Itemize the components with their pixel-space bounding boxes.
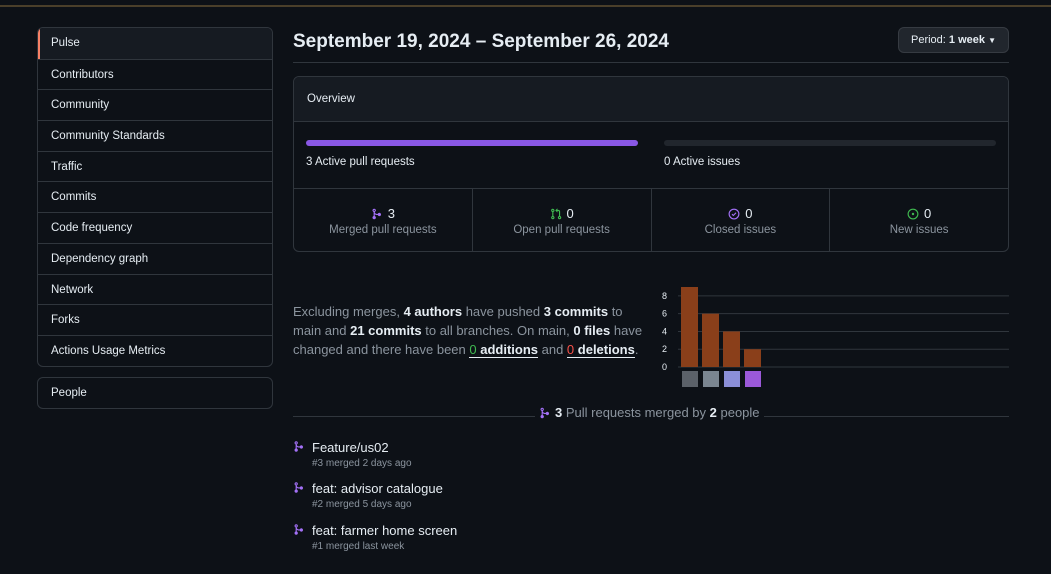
- sidebar-item-contributors[interactable]: Contributors: [38, 58, 272, 90]
- pr-title-link[interactable]: Feature/us02: [312, 440, 389, 455]
- commit-summary: Excluding merges, 4 authors have pushed …: [293, 302, 643, 359]
- chart-y-tick-label: 4: [662, 326, 667, 336]
- sidebar-item-network[interactable]: Network: [38, 273, 272, 305]
- deletions-word: deletions: [574, 342, 635, 357]
- sidebar-item-pulse[interactable]: Pulse: [38, 28, 272, 59]
- stat-merged-prs[interactable]: 3 Merged pull requests: [294, 189, 472, 251]
- additions-word: additions: [476, 342, 538, 357]
- contributor-avatar[interactable]: [703, 371, 719, 387]
- contributor-avatar[interactable]: [682, 371, 698, 387]
- sidebar-item-dependency-graph[interactable]: Dependency graph: [38, 242, 272, 274]
- new-issues-count: 0: [924, 206, 932, 221]
- main-commits-link[interactable]: 3 commits: [544, 304, 608, 319]
- active-prs-link[interactable]: 3 Active pull requests: [306, 156, 415, 168]
- stat-new-issues[interactable]: 0 New issues: [829, 189, 1008, 251]
- active-prs-progress-fill: [306, 140, 638, 146]
- chart-y-tick-label: 6: [662, 309, 667, 319]
- contributor-avatar[interactable]: [724, 371, 740, 387]
- contributor-bar[interactable]: [744, 349, 761, 367]
- period-prefix: Period:: [911, 34, 949, 46]
- merge-icon: [372, 208, 381, 219]
- summary-text: and: [538, 342, 567, 357]
- active-issues-link[interactable]: 0 Active issues: [664, 156, 740, 168]
- sidebar-item-actions-usage-metrics[interactable]: Actions Usage Metrics: [38, 334, 272, 366]
- pr-meta: #1 merged last week: [312, 541, 405, 552]
- open-prs-label: Open pull requests: [513, 224, 610, 236]
- merge-icon: [294, 482, 304, 493]
- additions-link[interactable]: 0 additions: [469, 342, 538, 358]
- sidebar-item-traffic[interactable]: Traffic: [38, 150, 272, 182]
- contributors-bar-chart: 0 2 4 6 8: [662, 287, 1009, 387]
- contributor-bar[interactable]: [702, 313, 719, 367]
- sidebar-item-community-standards[interactable]: Community Standards: [38, 120, 272, 151]
- overview-stats: 3 Merged pull requests 0 Open pull reque…: [294, 189, 1008, 251]
- overview-activity-bars: 3 Active pull requests 0 Active issues: [294, 122, 1008, 189]
- additions-count: 0: [469, 342, 477, 357]
- sidebar-item-forks[interactable]: Forks: [38, 304, 272, 335]
- header-divider: [293, 62, 1009, 63]
- caption-text: Pull requests merged by: [562, 405, 710, 420]
- merged-prs-count: 3: [387, 206, 395, 221]
- open-prs-count: 0: [566, 206, 574, 221]
- summary-text: have pushed: [462, 304, 544, 319]
- issue-closed-icon: [728, 208, 740, 219]
- pr-meta: #2 merged 5 days ago: [312, 499, 412, 510]
- pr-meta: #3 merged 2 days ago: [312, 458, 412, 469]
- page-title: September 19, 2024 – September 26, 2024: [293, 31, 670, 52]
- chart-y-tick-label: 8: [662, 291, 667, 301]
- contributor-bar[interactable]: [681, 287, 698, 367]
- new-issues-label: New issues: [889, 224, 949, 236]
- pull-request-icon: [550, 207, 561, 219]
- merge-icon: [540, 407, 550, 418]
- summary-text: to all branches. On main,: [421, 323, 574, 338]
- overview-panel: Overview 3 Active pull requests 0 Active…: [293, 76, 1009, 252]
- sidebar-item-commits[interactable]: Commits: [38, 181, 272, 212]
- people-count: 2: [709, 405, 717, 420]
- top-border: [0, 0, 1051, 7]
- sidebar-item-code-frequency[interactable]: Code frequency: [38, 212, 272, 243]
- closed-issues-label: Closed issues: [704, 224, 777, 236]
- closed-issues-count: 0: [745, 206, 753, 221]
- authors-count: 4 authors: [403, 304, 463, 319]
- caption-text: people: [716, 405, 760, 420]
- pr-title-link[interactable]: feat: advisor catalogue: [312, 481, 443, 496]
- active-prs-progress-track: [306, 140, 638, 146]
- contributor-avatar[interactable]: [745, 371, 761, 387]
- merged-prs-label: Merged pull requests: [329, 224, 437, 236]
- pr-title-link[interactable]: feat: farmer home screen: [312, 523, 457, 538]
- contributor-bar[interactable]: [723, 331, 740, 367]
- caret-down-icon: ▼: [988, 36, 996, 45]
- pr-section-caption: 3 Pull requests merged by 2 people: [535, 405, 764, 420]
- period-dropdown-button[interactable]: Period: 1 week ▼: [898, 27, 1009, 53]
- sidebar-item-community[interactable]: Community: [38, 89, 272, 120]
- stat-closed-issues[interactable]: 0 Closed issues: [650, 189, 830, 251]
- active-issues-progress-track: [664, 140, 996, 146]
- summary-text: Excluding merges,: [293, 304, 404, 319]
- all-commits-count: 21 commits: [350, 323, 422, 338]
- insights-sidebar: Pulse Contributors Community Community S…: [37, 27, 273, 367]
- files-count: 0 files: [573, 323, 611, 338]
- chart-y-tick-label: 0: [662, 362, 667, 372]
- summary-text: .: [634, 342, 639, 357]
- merge-icon: [294, 441, 304, 452]
- merge-icon: [294, 524, 304, 535]
- chart-y-tick-label: 2: [662, 344, 667, 354]
- period-value: 1 week: [948, 34, 986, 46]
- issue-opened-icon: [907, 208, 919, 219]
- overview-heading: Overview: [294, 77, 1008, 122]
- stat-open-prs[interactable]: 0 Open pull requests: [471, 189, 651, 251]
- deletions-link[interactable]: 0 deletions: [566, 342, 635, 358]
- sidebar-item-people[interactable]: People: [37, 377, 273, 409]
